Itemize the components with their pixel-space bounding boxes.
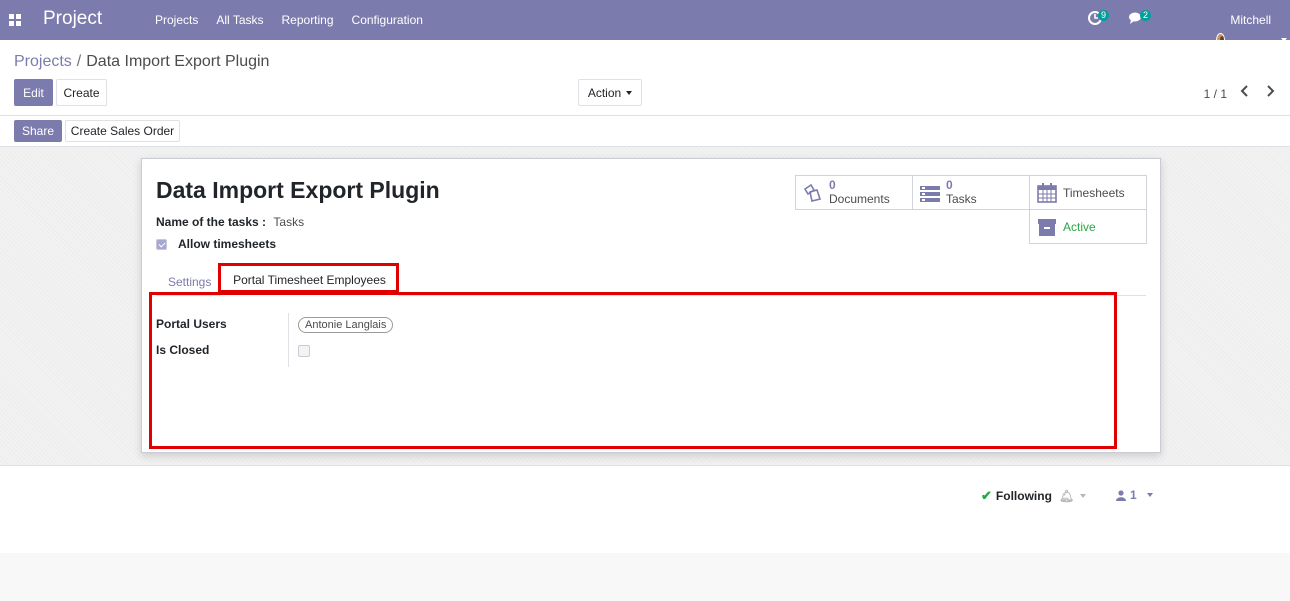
create-sales-order-button[interactable]: Create Sales Order	[65, 120, 180, 142]
pager-next-icon[interactable]	[1262, 83, 1278, 99]
tasks-icon	[919, 182, 941, 204]
documents-label: Documents	[829, 192, 890, 206]
share-button[interactable]: Share	[14, 120, 62, 142]
messaging-badge: 2	[1140, 10, 1152, 21]
action-label: Action	[587, 85, 622, 100]
followers-count: 1	[1130, 488, 1137, 502]
timesheets-label: Timesheets	[1063, 185, 1125, 200]
task-name-label: Name of the tasks :	[156, 215, 267, 229]
menu-item-configuration[interactable]: Configuration	[343, 0, 432, 40]
chevron-down-icon	[1146, 493, 1153, 497]
tasks-smart-button[interactable]: 0 Tasks	[912, 175, 1030, 210]
documents-icon	[802, 182, 824, 204]
messaging-icon[interactable]: 2	[1129, 10, 1152, 28]
following-label: Following	[995, 489, 1052, 503]
documents-count: 0	[829, 178, 836, 192]
page-bottom	[0, 553, 1290, 601]
menu-item-projects[interactable]: Projects	[146, 0, 207, 40]
allow-timesheets-checkbox[interactable]	[156, 238, 167, 250]
highlight-content	[149, 292, 1117, 449]
task-name-field: Name of the tasks : Tasks	[156, 215, 304, 229]
top-navbar: Project Projects All Tasks Reporting Con…	[0, 0, 1290, 67]
tab-settings[interactable]: Settings	[168, 275, 211, 289]
menu-item-reporting[interactable]: Reporting	[273, 0, 343, 40]
main-menu: Projects All Tasks Reporting Configurati…	[146, 0, 432, 40]
create-button[interactable]: Create	[56, 79, 107, 106]
activity-badge: 9	[1098, 10, 1110, 21]
archive-icon	[1036, 216, 1058, 238]
active-toggle-button[interactable]: Active	[1029, 209, 1147, 244]
smart-buttons: 0 Documents 0 Tasks Timesheets Active	[795, 175, 1147, 245]
tasks-count: 0	[946, 178, 953, 192]
task-name-value[interactable]: Tasks	[273, 215, 304, 229]
timesheets-smart-button[interactable]: Timesheets	[1029, 175, 1147, 210]
breadcrumb: Projects / Data Import Export Plugin	[14, 53, 269, 71]
documents-smart-button[interactable]: 0 Documents	[795, 175, 913, 210]
breadcrumb-separator: /	[76, 53, 82, 70]
pager-value[interactable]: 1 / 1	[1204, 87, 1227, 101]
following-button[interactable]: ✔ Following 🔔︎	[981, 488, 1087, 504]
chevron-down-icon	[626, 90, 633, 95]
highlight-tab	[218, 263, 399, 293]
chevron-down-icon	[1080, 494, 1087, 498]
record-title: Data Import Export Plugin	[156, 177, 440, 203]
form-statusbar: Share Create Sales Order	[0, 116, 1290, 147]
allow-timesheets-label: Allow timesheets	[178, 237, 277, 251]
breadcrumb-projects-link[interactable]: Projects	[14, 53, 72, 70]
bell-icon[interactable]: 🔔︎	[1059, 489, 1074, 503]
edit-button[interactable]: Edit	[14, 79, 53, 106]
followers-button[interactable]: 1	[1116, 488, 1153, 502]
chatter: ✔ Following 🔔︎ 1	[0, 465, 1290, 553]
user-icon	[1116, 489, 1126, 501]
calendar-icon	[1036, 182, 1058, 204]
breadcrumb-current: Data Import Export Plugin	[86, 53, 270, 70]
control-panel: Projects / Data Import Export Plugin Edit …	[0, 40, 1290, 116]
pager-previous-icon[interactable]	[1237, 83, 1253, 99]
allow-timesheets-field: Allow timesheets	[156, 237, 276, 251]
menu-item-all-tasks[interactable]: All Tasks	[207, 0, 272, 40]
tasks-label: Tasks	[946, 192, 977, 206]
active-label: Active	[1063, 219, 1096, 234]
check-icon: ✔	[981, 488, 992, 503]
action-dropdown[interactable]: Action	[578, 79, 642, 106]
app-brand[interactable]: Project	[43, 8, 102, 30]
activity-icon[interactable]: 9	[1088, 10, 1110, 28]
apps-menu-icon[interactable]	[9, 14, 21, 26]
